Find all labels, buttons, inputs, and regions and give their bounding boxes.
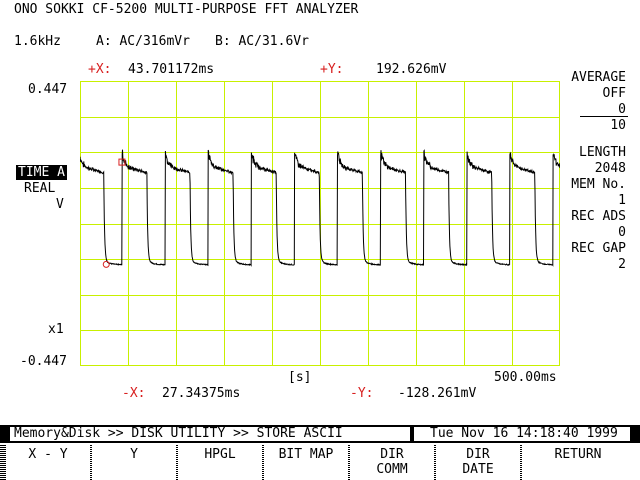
trace-type-label: REAL: [24, 181, 56, 196]
date-time: Tue Nov 16 14:18:40 1999: [430, 426, 618, 441]
minus-x-label: -X:: [122, 386, 146, 401]
function-key-label: X - Y: [28, 447, 68, 462]
function-key-2[interactable]: Y: [92, 444, 176, 480]
time-waveform-plot[interactable]: [80, 81, 560, 366]
function-key-sublabel: COMM: [376, 462, 408, 477]
frequency-range: 1.6kHz: [14, 34, 61, 49]
status-bar: Memory&Disk >> DISK UTILITY >> STORE ASC…: [0, 425, 640, 443]
minus-y-label: -Y:: [350, 386, 374, 401]
rec-gap-label: REC GAP: [571, 241, 626, 256]
x-axis-end-label: 500.00ms: [494, 370, 557, 385]
minus-y-value: -128.261mV: [398, 386, 477, 401]
y-axis-top-label: 0.447: [28, 82, 68, 97]
plus-y-value: 192.626mV: [376, 62, 447, 77]
plus-y-label: +Y:: [320, 62, 344, 77]
status-separator: [410, 427, 414, 441]
function-key-bar: X - Y Y HPGL BIT MAP DIR COMM DIR DATE RETURN: [0, 444, 640, 480]
length-value: 2048: [594, 161, 626, 176]
trace-unit-label: V: [56, 197, 64, 212]
minus-x-value: 27.34375ms: [162, 386, 241, 401]
function-key-label: BIT MAP: [278, 447, 334, 462]
function-key-label: Y: [130, 447, 138, 462]
average-total: 10: [610, 118, 626, 133]
analyzer-title: ONO SOKKI CF-5200 MULTI-PURPOSE FFT ANAL…: [14, 2, 359, 17]
plus-x-label: +X:: [88, 62, 112, 77]
average-divider: [580, 116, 628, 117]
function-key-label: HPGL: [204, 447, 236, 462]
average-count: 0: [618, 102, 626, 117]
menu-path: Memory&Disk >> DISK UTILITY >> STORE ASC…: [14, 426, 343, 441]
function-key-3[interactable]: HPGL: [178, 444, 262, 480]
function-key-6[interactable]: DIR DATE: [436, 444, 520, 480]
function-key-7[interactable]: RETURN: [522, 444, 634, 480]
function-key-1[interactable]: X - Y: [6, 444, 90, 480]
function-key-5[interactable]: DIR COMM: [350, 444, 434, 480]
function-key-label: DIR: [466, 447, 490, 462]
channel-b-setting: B: AC/31.6Vr: [215, 34, 309, 49]
plus-x-value: 43.701172ms: [128, 62, 215, 77]
mem-number-label: MEM No.: [571, 177, 626, 192]
y-scale-label: x1: [48, 322, 64, 337]
mem-number-value: 1: [618, 193, 626, 208]
average-label: AVERAGE: [571, 70, 626, 85]
function-key-label: RETURN: [554, 447, 602, 462]
function-key-4[interactable]: BIT MAP: [264, 444, 348, 480]
trace-mode-label[interactable]: TIME A: [16, 165, 67, 180]
function-key-label: DIR: [380, 447, 404, 462]
minus-cursor-marker[interactable]: [102, 260, 110, 268]
rec-gap-value: 2: [618, 257, 626, 272]
y-axis-bottom-label: -0.447: [20, 354, 67, 369]
rec-ads-value: 0: [618, 225, 626, 240]
average-state: OFF: [602, 86, 626, 101]
rec-ads-label: REC ADS: [571, 209, 626, 224]
x-axis-unit: [s]: [288, 370, 312, 385]
length-label: LENGTH: [579, 145, 626, 160]
channel-a-setting: A: AC/316mVr: [96, 34, 190, 49]
function-key-sublabel: DATE: [462, 462, 494, 477]
